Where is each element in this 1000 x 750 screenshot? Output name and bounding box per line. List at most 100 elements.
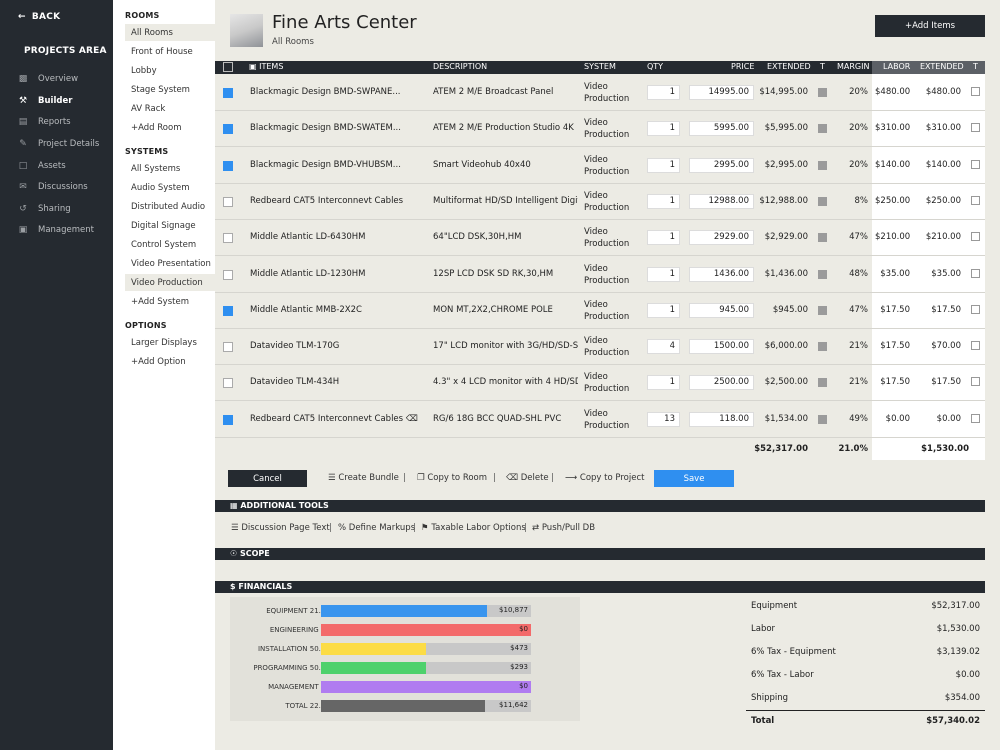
table-row[interactable]: Blackmagic Design BMD-SWPANE... ATEM 2 M/… — [215, 75, 985, 111]
row-checkbox[interactable] — [223, 378, 233, 389]
push-pull-db-button[interactable]: ⇄ Push/Pull DB — [532, 523, 595, 533]
price-input[interactable]: 1436.00 — [689, 266, 754, 282]
price-input[interactable]: 118.00 — [689, 411, 754, 427]
item-labor[interactable]: $310.00 — [875, 123, 910, 133]
qty-input[interactable]: 13 — [647, 411, 680, 427]
room-lobby[interactable]: Lobby — [125, 62, 215, 79]
price-input[interactable]: 2929.00 — [689, 230, 754, 246]
nav-item-sharing[interactable]: ↺ Sharing — [17, 201, 70, 217]
option-larger-displays[interactable]: Larger Displays — [125, 334, 215, 351]
item-name-cell[interactable]: Blackmagic Design BMD-VHUBSM... — [250, 160, 430, 170]
create-bundle-button[interactable]: ☰ Create Bundle — [328, 473, 399, 483]
labor-taxable-checkbox[interactable] — [971, 232, 980, 242]
taxable-checkbox[interactable] — [818, 269, 827, 279]
row-checkbox[interactable] — [223, 269, 233, 280]
nav-item-builder[interactable]: ⚒ Builder — [17, 93, 72, 109]
item-labor[interactable]: $35.00 — [875, 269, 910, 279]
back-button[interactable]: ← BACK — [18, 12, 60, 22]
labor-taxable-checkbox[interactable] — [971, 268, 980, 278]
nav-item-overview[interactable]: ▩ Overview — [17, 71, 78, 87]
item-name-cell[interactable]: Blackmagic Design BMD-SWATEM... — [250, 123, 430, 133]
row-checkbox[interactable] — [223, 160, 233, 171]
item-labor[interactable]: $250.00 — [875, 196, 910, 206]
item-name-cell[interactable]: Redbeard CAT5 Interconnevt Cables ⌫ — [250, 414, 430, 424]
add-system-link[interactable]: +Add System — [125, 293, 215, 310]
qty-input[interactable]: 1 — [647, 121, 680, 137]
item-labor[interactable]: $210.00 — [875, 232, 910, 242]
taxable-checkbox[interactable] — [818, 342, 827, 352]
qty-input[interactable]: 1 — [647, 193, 680, 209]
column-system[interactable]: SYSTEM — [584, 62, 616, 71]
table-row[interactable]: Datavideo TLM-434H 4.3" x 4 LCD monitor w… — [215, 365, 985, 402]
room-stage-system[interactable]: Stage System — [125, 81, 215, 98]
system-all-systems[interactable]: All Systems — [125, 160, 215, 177]
taxable-checkbox[interactable] — [818, 160, 827, 170]
table-row[interactable]: Datavideo TLM-170G 17" LCD monitor with 3… — [215, 329, 985, 366]
row-checkbox[interactable] — [223, 196, 233, 207]
table-row[interactable]: Redbeard CAT5 Interconnevt Cables Multifo… — [215, 184, 985, 220]
save-button[interactable]: Save — [654, 470, 734, 487]
taxable-checkbox[interactable] — [818, 196, 827, 206]
select-all-checkbox[interactable] — [223, 62, 233, 72]
system-audio-system[interactable]: Audio System — [125, 179, 215, 196]
item-margin[interactable]: 20% — [828, 87, 868, 97]
delete-button[interactable]: ⌫ Delete — [506, 473, 549, 483]
table-row[interactable]: Middle Atlantic MMB-2X2C MON MT,2X2,CHROM… — [215, 293, 985, 329]
item-name-cell[interactable]: Middle Atlantic MMB-2X2C — [250, 305, 430, 315]
trash-icon[interactable]: ⌫ — [406, 414, 418, 424]
column-taxable[interactable]: T — [820, 62, 825, 71]
item-labor[interactable]: $17.50 — [875, 341, 910, 351]
taxable-checkbox[interactable] — [818, 414, 827, 424]
scope-bar[interactable]: ☉ SCOPE — [215, 548, 985, 560]
column-items[interactable]: ▣ ITEMS — [249, 62, 283, 71]
qty-input[interactable]: 1 — [647, 375, 680, 391]
add-items-button[interactable]: +Add Items — [875, 15, 985, 37]
column-labor[interactable]: LABOR — [883, 62, 910, 71]
qty-input[interactable]: 1 — [647, 302, 680, 318]
system-distributed-audio[interactable]: Distributed Audio — [125, 198, 215, 215]
discussion-page-text-button[interactable]: ☰ Discussion Page Text — [231, 523, 330, 533]
cancel-button[interactable]: Cancel — [228, 470, 307, 487]
room-all-rooms[interactable]: All Rooms — [125, 24, 215, 41]
column-labor-extended[interactable]: EXTENDED — [920, 62, 964, 71]
system-control-system[interactable]: Control System — [125, 236, 215, 253]
price-input[interactable]: 2995.00 — [689, 157, 754, 173]
table-row[interactable]: Blackmagic Design BMD-VHUBSM... Smart Vid… — [215, 148, 985, 184]
item-margin[interactable]: 49% — [828, 414, 868, 424]
item-name-cell[interactable]: Datavideo TLM-434H — [250, 377, 430, 387]
item-name-cell[interactable]: Middle Atlantic LD-6430HM — [250, 232, 430, 242]
nav-item-assets[interactable]: □ Assets — [17, 158, 66, 174]
qty-input[interactable]: 1 — [647, 157, 680, 173]
item-labor[interactable]: $0.00 — [875, 414, 910, 424]
taxable-checkbox[interactable] — [818, 124, 827, 134]
table-row[interactable]: Redbeard CAT5 Interconnevt Cables ⌫ RG/6 … — [215, 402, 985, 438]
item-labor[interactable]: $17.50 — [875, 377, 910, 387]
item-name-cell[interactable]: Redbeard CAT5 Interconnevt Cables — [250, 196, 430, 206]
taxable-checkbox[interactable] — [818, 88, 827, 97]
copy-to-project-button[interactable]: ⟶ Copy to Project — [565, 473, 644, 483]
column-margin[interactable]: MARGIN — [837, 62, 869, 71]
room-av-rack[interactable]: AV Rack — [125, 100, 215, 117]
column-labor-taxable[interactable]: T — [973, 62, 978, 71]
item-margin[interactable]: 48% — [828, 269, 868, 279]
row-checkbox[interactable] — [223, 305, 233, 316]
qty-input[interactable]: 1 — [647, 85, 680, 100]
labor-taxable-checkbox[interactable] — [971, 123, 980, 133]
row-checkbox[interactable] — [223, 124, 233, 135]
labor-taxable-checkbox[interactable] — [971, 377, 980, 387]
row-checkbox[interactable] — [223, 88, 233, 98]
qty-input[interactable]: 1 — [647, 230, 680, 246]
item-margin[interactable]: 47% — [828, 305, 868, 315]
labor-taxable-checkbox[interactable] — [971, 413, 980, 423]
row-checkbox[interactable] — [223, 414, 233, 425]
item-margin[interactable]: 21% — [828, 377, 868, 387]
room-front-of-house[interactable]: Front of House — [125, 43, 215, 60]
financials-bar[interactable]: $ FINANCIALS — [215, 581, 985, 593]
add-room-link[interactable]: +Add Room — [125, 119, 215, 136]
item-labor[interactable]: $140.00 — [875, 160, 910, 170]
item-name-cell[interactable]: Middle Atlantic LD-1230HM — [250, 269, 430, 279]
labor-taxable-checkbox[interactable] — [971, 304, 980, 314]
item-name-cell[interactable]: Datavideo TLM-170G — [250, 341, 430, 351]
price-input[interactable]: 5995.00 — [689, 121, 754, 137]
table-row[interactable]: Middle Atlantic LD-1230HM 12SP LCD DSK SD… — [215, 257, 985, 293]
